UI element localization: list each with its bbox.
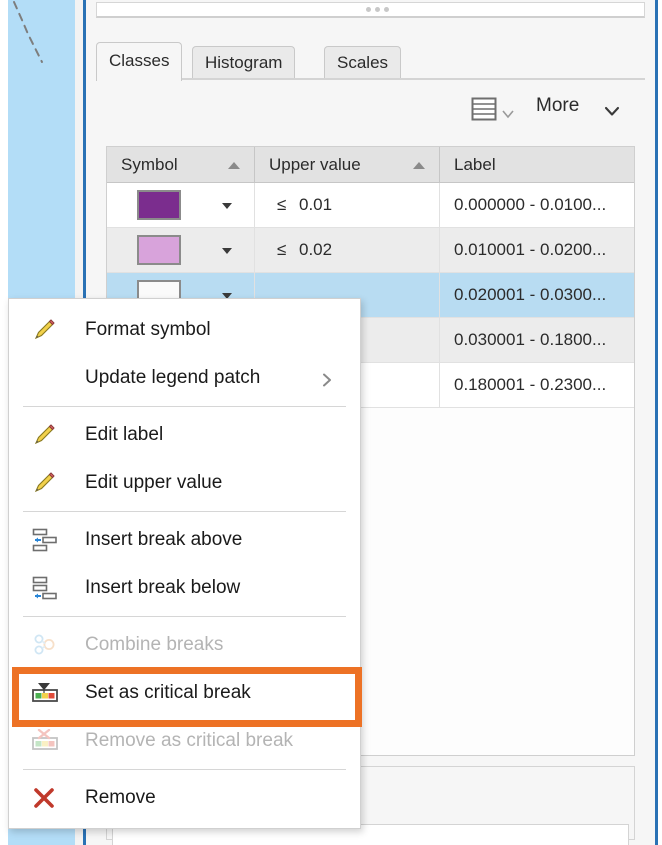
menu-item-label: Remove as critical break bbox=[85, 730, 294, 751]
set-critical-break-icon bbox=[31, 680, 65, 706]
more-chevron-down-icon[interactable] bbox=[604, 104, 620, 116]
menu-item-label: Insert break above bbox=[85, 529, 243, 550]
insert-break-below-icon bbox=[31, 575, 65, 601]
symbol-dropdown-caret-icon[interactable] bbox=[222, 248, 232, 254]
table-header-row: Symbol Upper value Label bbox=[107, 147, 634, 183]
table-toolbar: More bbox=[96, 92, 645, 134]
menu-item-label: Remove bbox=[85, 787, 156, 808]
menu-item-label: Insert break below bbox=[85, 577, 241, 598]
symbol-dropdown-caret-icon[interactable] bbox=[222, 203, 232, 209]
no-icon-placeholder bbox=[31, 365, 65, 391]
symbol-swatch[interactable] bbox=[137, 235, 181, 265]
combine-breaks-icon bbox=[31, 632, 65, 658]
menu-item-insert-break-above[interactable]: Insert break above bbox=[9, 516, 360, 564]
column-header-symbol[interactable]: Symbol bbox=[107, 147, 255, 182]
column-header-label[interactable]: Label bbox=[440, 147, 634, 182]
insert-break-above-icon bbox=[31, 527, 65, 553]
cell-label[interactable]: 0.020001 - 0.0300... bbox=[440, 273, 634, 317]
menu-item-edit-upper-value[interactable]: Edit upper value bbox=[9, 459, 360, 507]
map-left-margin bbox=[0, 0, 8, 845]
cell-label[interactable]: 0.180001 - 0.2300... bbox=[440, 363, 634, 407]
tab-scales[interactable]: Scales bbox=[324, 46, 402, 80]
cell-upper-value[interactable]: ≤ 0.02 bbox=[255, 228, 440, 272]
operator-glyph: ≤ bbox=[277, 195, 287, 214]
sort-ascending-icon[interactable] bbox=[228, 161, 240, 169]
menu-separator bbox=[23, 406, 346, 407]
remove-critical-break-icon bbox=[31, 728, 65, 754]
list-view-chevron-down-icon[interactable] bbox=[502, 106, 514, 119]
splitter-grip-dots[interactable] bbox=[365, 7, 389, 12]
menu-item-label: Edit upper value bbox=[85, 472, 223, 493]
operator-glyph: ≤ bbox=[277, 240, 287, 259]
menu-item-label: Format symbol bbox=[85, 319, 211, 340]
table-row[interactable]: ≤ 0.01 0.000000 - 0.0100... bbox=[107, 183, 634, 228]
sort-ascending-icon[interactable] bbox=[413, 161, 425, 169]
upper-value-text: 0.02 bbox=[299, 240, 333, 259]
more-button[interactable]: More bbox=[536, 95, 579, 117]
menu-item-insert-break-below[interactable]: Insert break below bbox=[9, 564, 360, 612]
coastline-dashed-line bbox=[13, 1, 43, 63]
menu-item-label: Update legend patch bbox=[85, 367, 261, 388]
cell-label[interactable]: 0.030001 - 0.1800... bbox=[440, 318, 634, 362]
column-header-label-label: Label bbox=[454, 154, 496, 174]
menu-item-remove[interactable]: Remove bbox=[9, 774, 360, 822]
red-x-icon bbox=[31, 785, 65, 811]
menu-separator bbox=[23, 769, 346, 770]
upper-value-text: 0.01 bbox=[299, 195, 333, 214]
chevron-right-icon[interactable] bbox=[320, 371, 334, 387]
menu-item-combine-breaks: Combine breaks bbox=[9, 621, 360, 669]
cell-label[interactable]: 0.010001 - 0.0200... bbox=[440, 228, 634, 272]
menu-item-set-as-critical-break[interactable]: Set as critical break bbox=[9, 669, 360, 717]
menu-item-edit-label[interactable]: Edit label bbox=[9, 411, 360, 459]
pencil-icon bbox=[31, 422, 65, 448]
menu-item-label: Edit label bbox=[85, 424, 164, 445]
class-context-menu: Format symbol Update legend patch Edit l… bbox=[8, 298, 361, 829]
panel-splitter[interactable] bbox=[96, 2, 645, 18]
menu-separator bbox=[23, 616, 346, 617]
pencil-icon bbox=[31, 317, 65, 343]
menu-item-label: Set as critical break bbox=[85, 682, 251, 703]
cell-symbol[interactable] bbox=[107, 228, 255, 272]
symbol-swatch[interactable] bbox=[137, 190, 181, 220]
panel-border-right bbox=[655, 0, 658, 845]
menu-item-format-symbol[interactable]: Format symbol bbox=[9, 306, 360, 354]
menu-separator bbox=[23, 511, 346, 512]
cell-symbol[interactable] bbox=[107, 183, 255, 227]
table-row[interactable]: ≤ 0.02 0.010001 - 0.0200... bbox=[107, 228, 634, 273]
list-view-icon[interactable] bbox=[470, 96, 498, 122]
menu-item-label: Combine breaks bbox=[85, 634, 224, 655]
tab-histogram[interactable]: Histogram bbox=[192, 46, 296, 80]
cell-label[interactable]: 0.000000 - 0.0100... bbox=[440, 183, 634, 227]
panel-tab-strip: Classes Histogram Scales bbox=[96, 42, 645, 81]
cell-upper-value[interactable]: ≤ 0.01 bbox=[255, 183, 440, 227]
pencil-icon bbox=[31, 470, 65, 496]
menu-item-update-legend-patch[interactable]: Update legend patch bbox=[9, 354, 360, 402]
tab-classes[interactable]: Classes bbox=[96, 42, 183, 81]
column-header-symbol-label: Symbol bbox=[121, 154, 178, 174]
column-header-upper-value-label: Upper value bbox=[269, 154, 361, 174]
menu-item-remove-as-critical-break: Remove as critical break bbox=[9, 717, 360, 765]
column-header-upper-value[interactable]: Upper value bbox=[255, 147, 440, 182]
